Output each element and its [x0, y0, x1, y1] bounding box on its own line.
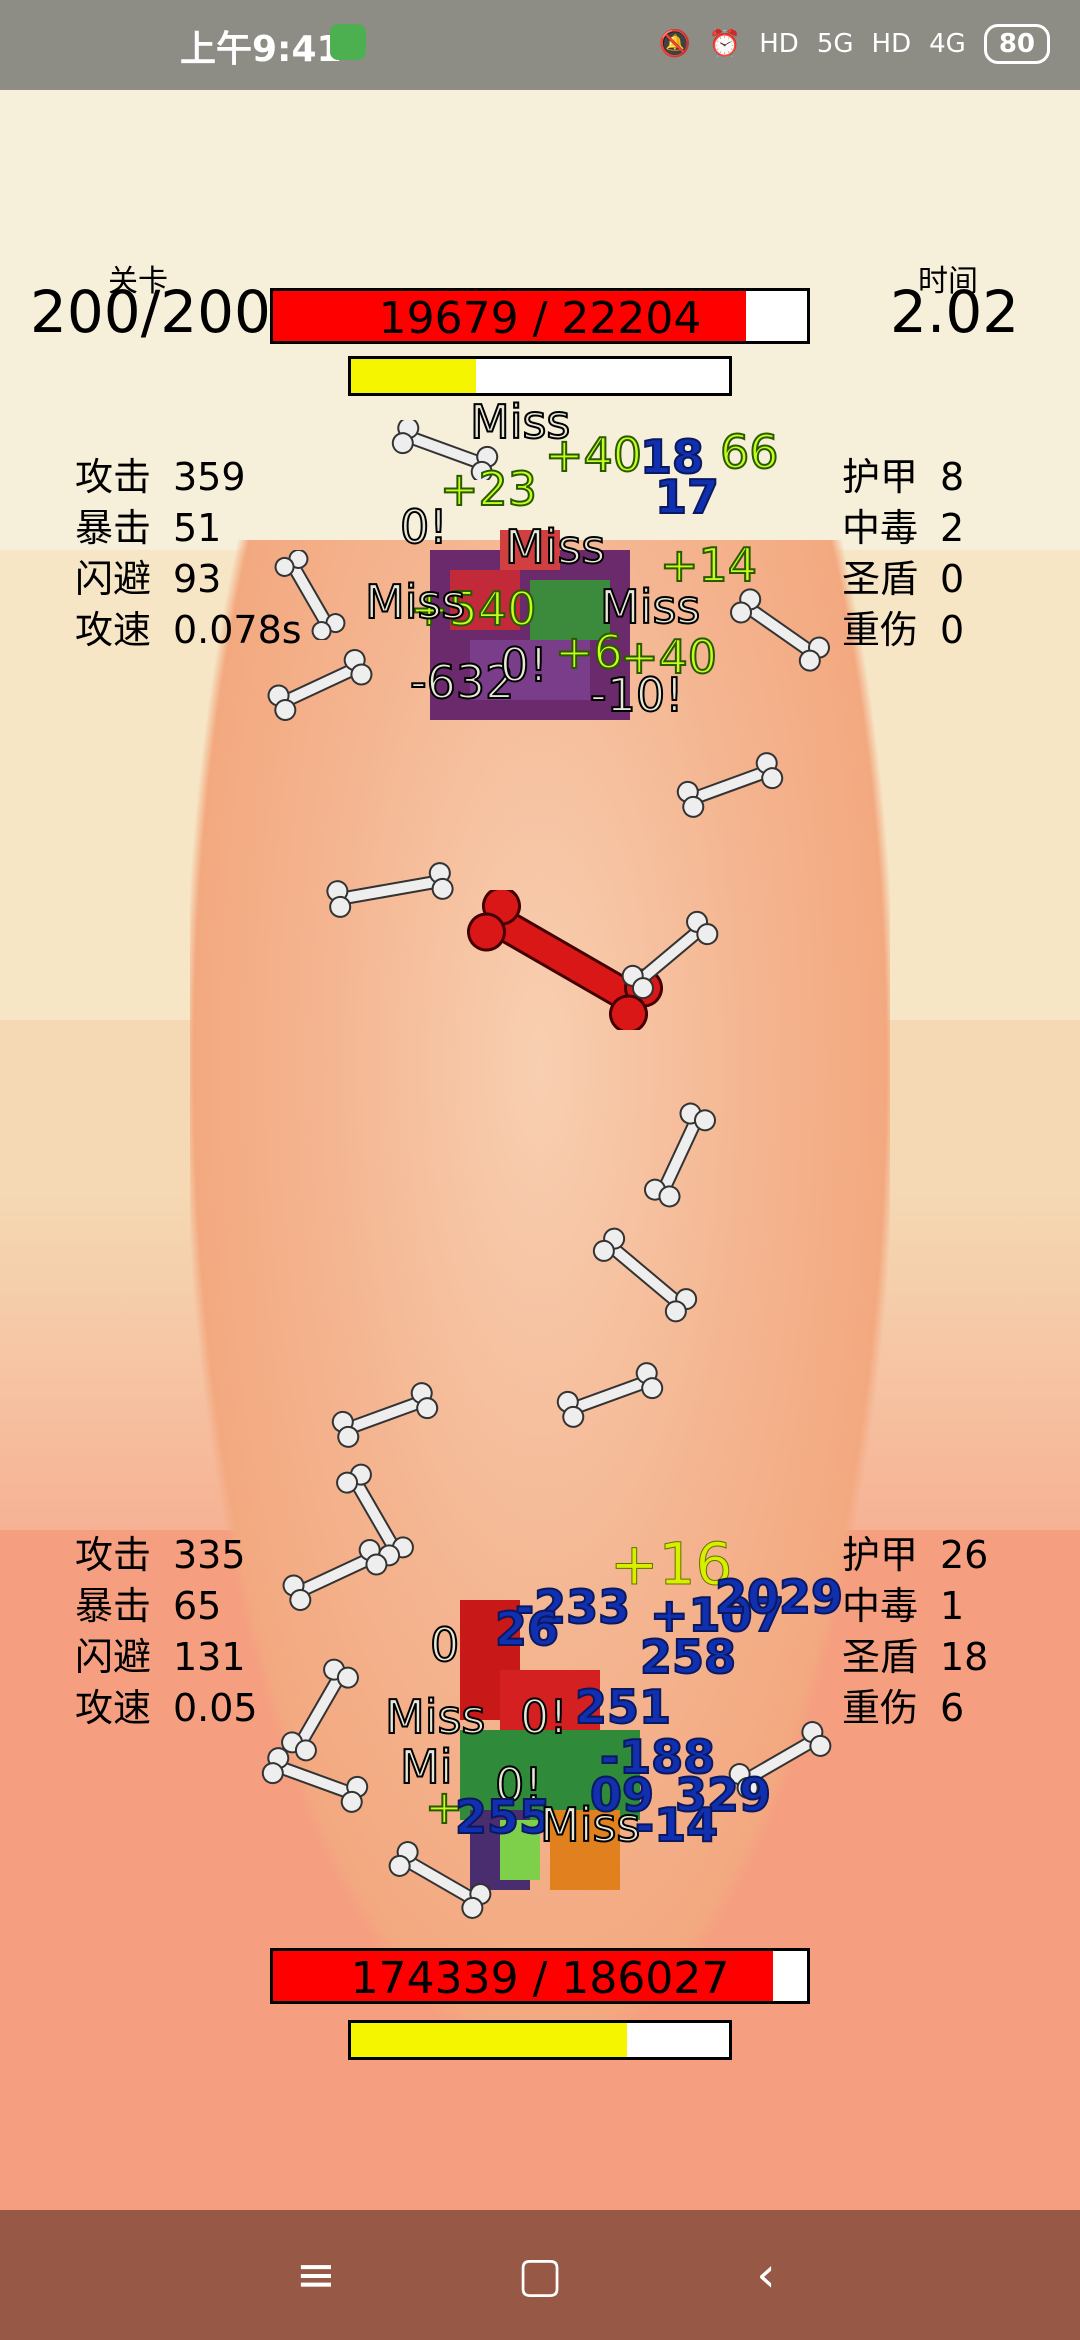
- stat-value: 1: [940, 1584, 965, 1628]
- stat-value: 131: [173, 1635, 246, 1679]
- stat-value: 8: [940, 455, 965, 499]
- stat-key: 圣盾: [842, 1635, 919, 1679]
- stat-value: 6: [940, 1686, 965, 1730]
- bone-projectile: [728, 1721, 832, 1799]
- stat-key: 护甲: [842, 1533, 919, 1577]
- bone-projectile: [643, 1102, 717, 1208]
- bone-projectile: [391, 420, 499, 480]
- bone-projectile: [676, 752, 784, 818]
- status-bar: 上午9:41 🔕 ⏰ HD 5G HD 4G 80: [0, 0, 1080, 90]
- stat-row: 闪避 131: [75, 1632, 258, 1683]
- stat-row: 中毒 2: [842, 503, 964, 554]
- home-button[interactable]: ▢: [507, 2242, 573, 2308]
- stat-value: 0: [940, 608, 965, 652]
- player-hp-bar: 174339 / 186027: [270, 1948, 810, 2004]
- stat-key: 攻速: [75, 608, 152, 652]
- hd-icon-2: HD: [871, 29, 912, 59]
- enemy-energy-fill: [351, 359, 476, 393]
- stat-key: 闪避: [75, 557, 152, 601]
- stat-row: 攻击 359: [75, 452, 302, 503]
- hd-icon: HD: [759, 29, 799, 59]
- enemy-hp-bar: 19679 / 22204: [270, 288, 810, 344]
- stat-value: 18: [940, 1635, 989, 1679]
- stat-key: 圣盾: [842, 557, 919, 601]
- stat-row: 攻速 0.05: [75, 1683, 258, 1734]
- signal-4g-icon: 4G: [929, 29, 966, 59]
- player-hp-text: 174339 / 186027: [350, 1953, 730, 2004]
- battery-icon: 80: [983, 24, 1050, 64]
- player-energy-bar: [348, 2020, 732, 2060]
- stat-value: 51: [173, 506, 222, 550]
- stat-value: 93: [173, 557, 222, 601]
- stat-key: 攻速: [75, 1686, 152, 1730]
- stat-row: 圣盾 18: [842, 1632, 988, 1683]
- stat-row: 重伤 0: [842, 605, 964, 656]
- bone-projectile: [388, 1841, 492, 1919]
- stat-key: 中毒: [842, 1584, 919, 1628]
- stat-row: 攻击 335: [75, 1530, 258, 1581]
- stat-value: 2: [940, 506, 965, 550]
- status-icons: 🔕 ⏰ HD 5G HD 4G 80: [658, 24, 1050, 64]
- stat-value: 65: [173, 1584, 222, 1628]
- menu-button[interactable]: ≡: [283, 2242, 349, 2308]
- bone-projectile: [326, 862, 454, 918]
- bone-projectile: [592, 1227, 698, 1323]
- stat-key: 闪避: [75, 1635, 152, 1679]
- player-stats-right: 护甲 26 中毒 1 圣盾 18 重伤 6: [842, 1530, 988, 1734]
- enemy-stats-right: 护甲 8 中毒 2 圣盾 0 重伤 0: [842, 452, 964, 656]
- level-value: 200/200: [30, 278, 271, 346]
- status-time: 上午9:41: [180, 29, 342, 70]
- stat-row: 圣盾 0: [842, 554, 964, 605]
- stat-row: 暴击 51: [75, 503, 302, 554]
- bone-projectile: [331, 1382, 439, 1448]
- stat-key: 重伤: [842, 608, 919, 652]
- bone-projectile: [282, 1538, 388, 1612]
- enemy-energy-bar: [348, 356, 732, 396]
- stat-value: 359: [173, 455, 246, 499]
- time-value: 2.02: [890, 278, 1020, 346]
- stat-key: 暴击: [75, 1584, 152, 1628]
- alarm-icon: ⏰: [708, 29, 742, 59]
- player-stats-left: 攻击 335 暴击 65 闪避 131 攻速 0.05: [75, 1530, 258, 1734]
- navigation-bar: ≡ ▢ ‹: [0, 2210, 1080, 2340]
- back-button[interactable]: ‹: [733, 2242, 799, 2308]
- stat-value: 0: [940, 557, 965, 601]
- stat-key: 重伤: [842, 1686, 919, 1730]
- game-scene[interactable]: 关卡 200/200 时间 2.02 19679 / 22204 攻击 359 暴…: [0, 90, 1080, 2210]
- bone-projectile: [556, 1362, 664, 1428]
- bone-projectile: [267, 648, 373, 722]
- stat-row: 中毒 1: [842, 1581, 988, 1632]
- stat-row: 暴击 65: [75, 1581, 258, 1632]
- stat-value: 335: [173, 1533, 246, 1577]
- player-energy-fill: [351, 2023, 627, 2057]
- stat-key: 暴击: [75, 506, 152, 550]
- stat-value: 26: [940, 1533, 989, 1577]
- stat-value: 0.05: [173, 1686, 258, 1730]
- stat-key: 中毒: [842, 506, 919, 550]
- bone-projectile: [621, 910, 719, 1000]
- bone-projectile: [261, 1747, 369, 1813]
- stat-key: 攻击: [75, 1533, 152, 1577]
- enemy-hp-text: 19679 / 22204: [378, 293, 702, 344]
- mute-icon: 🔕: [658, 29, 691, 59]
- bone-projectile: [274, 550, 346, 640]
- enemy-monster-sprite: [430, 530, 630, 720]
- stat-key: 护甲: [842, 455, 919, 499]
- stat-row: 重伤 6: [842, 1683, 988, 1734]
- signal-5g-icon: 5G: [816, 29, 854, 59]
- bone-projectile: [730, 588, 830, 672]
- stat-row: 护甲 26: [842, 1530, 988, 1581]
- app-notification-icon: [330, 24, 366, 60]
- stat-row: 护甲 8: [842, 452, 964, 503]
- stat-key: 攻击: [75, 455, 152, 499]
